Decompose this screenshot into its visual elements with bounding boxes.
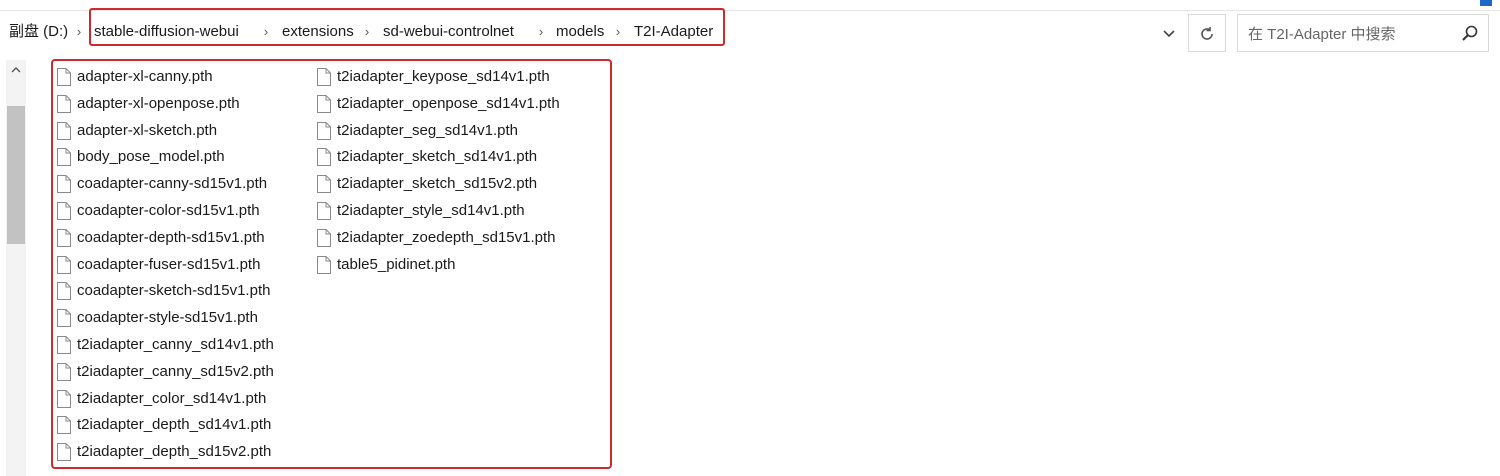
chevron-down-icon — [1163, 30, 1175, 38]
path-highlight-box — [89, 8, 725, 46]
breadcrumb-separator[interactable]: › — [74, 12, 84, 52]
file-name: t2iadapter_openpose_sd14v1.pth — [337, 94, 560, 112]
file-icon — [57, 335, 71, 354]
file-icon — [317, 175, 331, 194]
file-name: adapter-xl-openpose.pth — [77, 94, 240, 112]
file-icon — [57, 121, 71, 140]
file-icon — [57, 228, 71, 247]
scrollbar-thumb[interactable] — [7, 106, 25, 244]
file-name: t2iadapter_sketch_sd14v1.pth — [337, 148, 538, 166]
file-icon — [317, 94, 331, 113]
file-name: coadapter-fuser-sd15v1.pth — [77, 255, 261, 273]
file-name: coadapter-canny-sd15v1.pth — [77, 175, 268, 193]
file-icon — [57, 175, 71, 194]
file-name: t2iadapter_canny_sd15v2.pth — [77, 362, 274, 380]
search-box[interactable] — [1237, 14, 1489, 52]
file-name: coadapter-color-sd15v1.pth — [77, 201, 260, 219]
scroll-up-button[interactable] — [6, 62, 26, 80]
window-corner-accent — [1480, 0, 1492, 6]
file-name: adapter-xl-sketch.pth — [77, 121, 218, 139]
refresh-icon — [1201, 27, 1213, 40]
file-name: t2iadapter_sketch_sd15v2.pth — [337, 175, 538, 193]
refresh-button[interactable] — [1188, 14, 1226, 52]
file-name: coadapter-style-sd15v1.pth — [77, 309, 258, 327]
file-icon — [57, 389, 71, 408]
breadcrumb-drive[interactable]: 副盘 (D:) — [9, 12, 68, 52]
file-icon — [57, 255, 71, 274]
file-icon — [57, 443, 71, 462]
file-name: t2iadapter_style_sd14v1.pth — [337, 201, 525, 219]
file-name: coadapter-depth-sd15v1.pth — [77, 228, 265, 246]
file-name: body_pose_model.pth — [77, 148, 225, 166]
file-icon — [57, 282, 71, 301]
file-icon — [57, 148, 71, 167]
file-icon — [317, 201, 331, 220]
search-icon[interactable] — [1460, 23, 1480, 43]
file-icon — [317, 121, 331, 140]
file-name: t2iadapter_seg_sd14v1.pth — [337, 121, 518, 139]
file-name: t2iadapter_depth_sd15v2.pth — [77, 443, 272, 461]
file-name: coadapter-sketch-sd15v1.pth — [77, 282, 271, 300]
file-icon — [57, 68, 71, 86]
file-icon — [57, 201, 71, 220]
scroll-up-arrow-icon — [11, 67, 21, 73]
file-name: t2iadapter_zoedepth_sd15v1.pth — [337, 228, 556, 246]
file-icon — [57, 94, 71, 113]
file-name: t2iadapter_color_sd14v1.pth — [77, 389, 267, 407]
file-name: t2iadapter_canny_sd14v1.pth — [77, 335, 274, 353]
file-icon — [57, 416, 71, 435]
file-name: table5_pidinet.pth — [337, 255, 456, 273]
file-icon — [57, 309, 71, 328]
file-icon — [57, 362, 71, 381]
file-icon — [317, 148, 331, 167]
file-icon — [317, 68, 331, 86]
address-dropdown-button[interactable] — [1156, 16, 1182, 50]
file-name: adapter-xl-canny.pth — [77, 68, 213, 85]
search-input[interactable] — [1246, 23, 1450, 45]
vertical-scrollbar[interactable] — [6, 60, 26, 476]
file-name: t2iadapter_keypose_sd14v1.pth — [337, 68, 550, 85]
file-icon — [317, 228, 331, 247]
file-name: t2iadapter_depth_sd14v1.pth — [77, 416, 272, 434]
file-icon — [317, 255, 331, 274]
